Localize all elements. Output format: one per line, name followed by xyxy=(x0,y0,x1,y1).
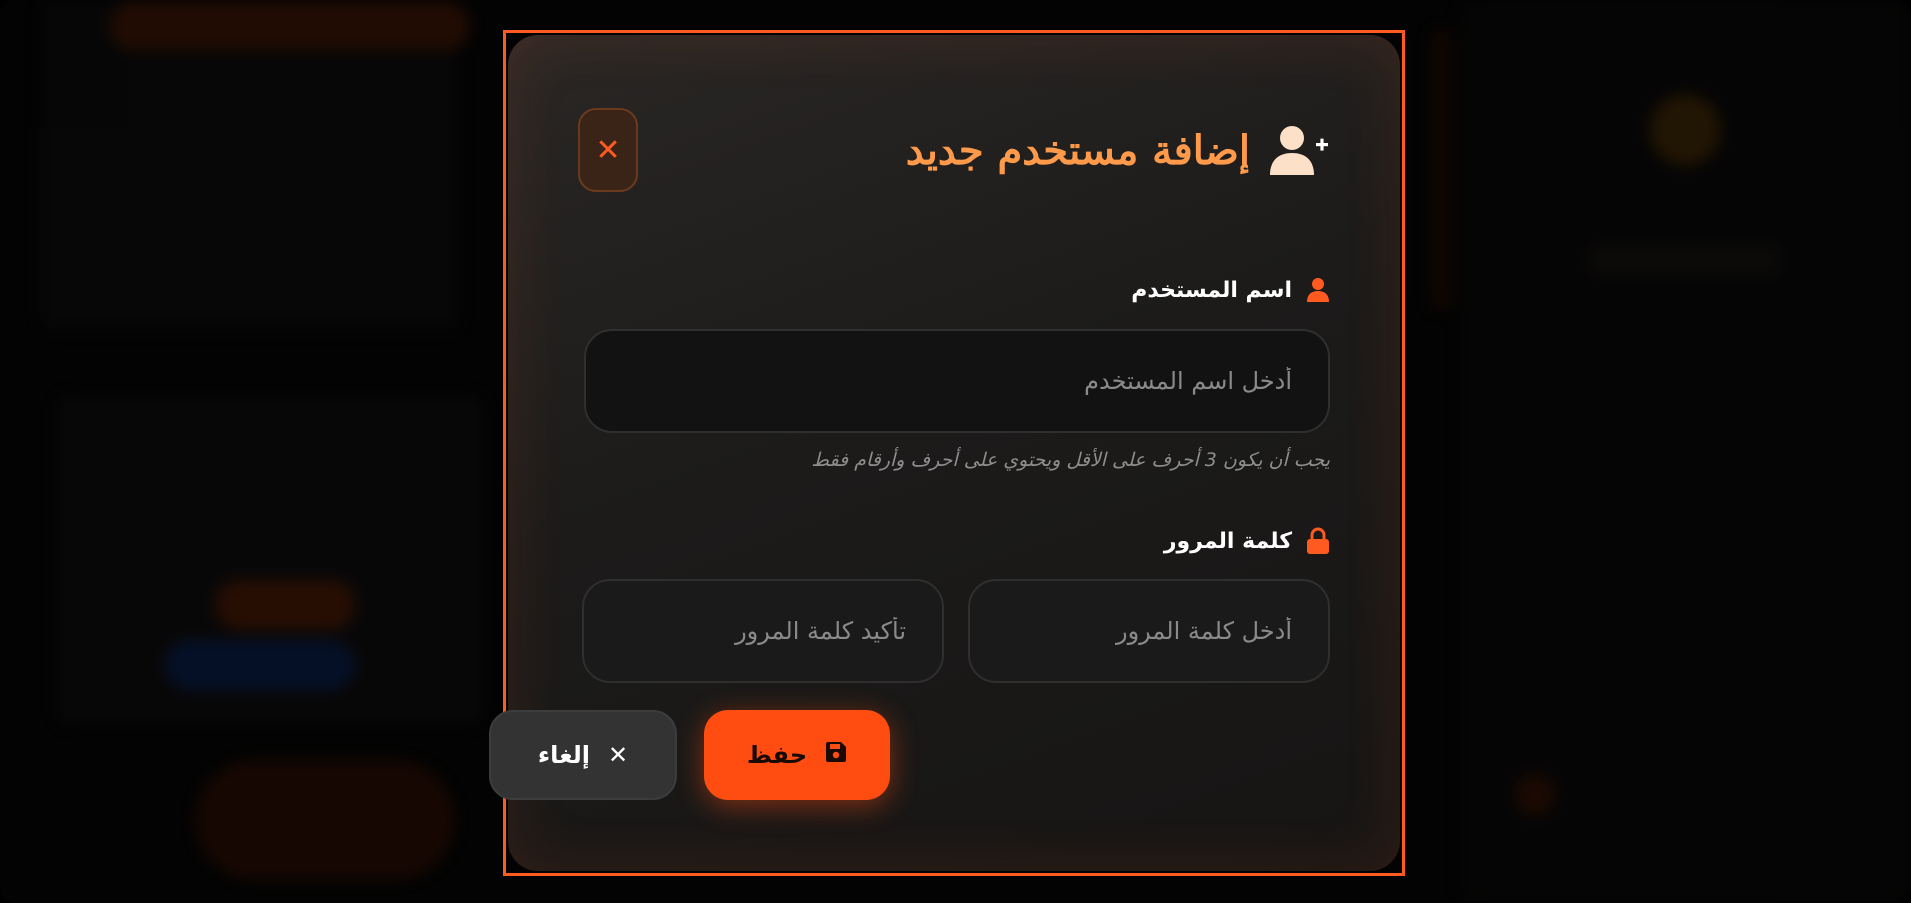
modal-title: إضافة مستخدم جديد xyxy=(905,126,1250,174)
cancel-button-label: إلغاء xyxy=(537,741,590,769)
username-hint: يجب أن يكون 3 أحرف على الأقل ويحتوي على … xyxy=(811,449,1330,471)
lock-icon xyxy=(1306,527,1330,555)
close-icon: ✕ xyxy=(607,741,629,769)
close-icon: ✕ xyxy=(595,132,621,168)
screen: إضافة مستخدم جديد ✕ اسم المستخدم يجب أن … xyxy=(0,0,1911,903)
password-label-text: كلمة المرور xyxy=(1163,528,1292,554)
add-user-modal: إضافة مستخدم جديد ✕ اسم المستخدم يجب أن … xyxy=(489,35,1400,871)
password-label: كلمة المرور xyxy=(1164,527,1330,555)
password-input[interactable] xyxy=(968,579,1330,683)
modal-title-group: إضافة مستخدم جديد xyxy=(906,123,1330,177)
confirm-password-input[interactable] xyxy=(582,579,944,683)
save-button-label: حفظ xyxy=(746,741,808,769)
user-plus-icon xyxy=(1268,123,1330,177)
save-button[interactable]: حفظ xyxy=(704,710,890,800)
username-label-text: اسم المستخدم xyxy=(1131,277,1292,303)
username-label: اسم المستخدم xyxy=(1131,277,1330,303)
user-icon xyxy=(1306,277,1330,303)
floppy-disk-icon xyxy=(825,741,847,769)
username-input[interactable] xyxy=(584,329,1330,433)
cancel-button[interactable]: ✕ إلغاء xyxy=(489,710,677,800)
close-button[interactable]: ✕ xyxy=(578,108,638,192)
modal-header: إضافة مستخدم جديد ✕ xyxy=(578,105,1330,195)
